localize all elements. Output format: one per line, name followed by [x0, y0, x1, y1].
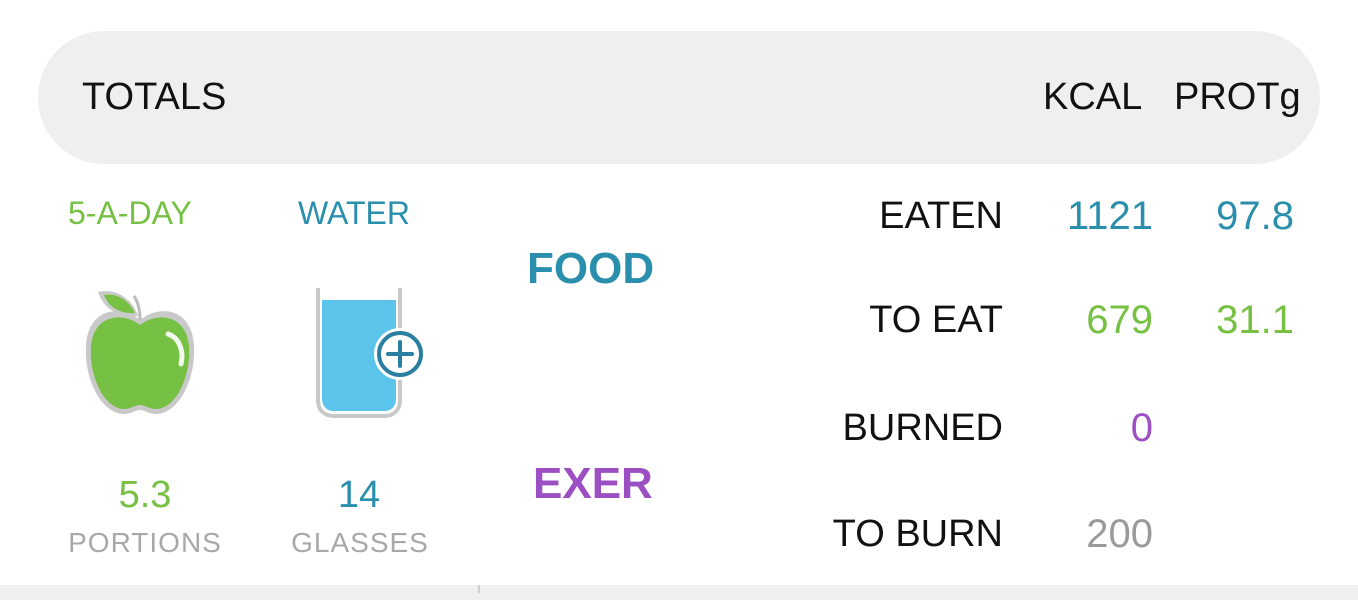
- water-glass-add-icon[interactable]: [314, 284, 430, 420]
- portions-value: 5.3: [118, 474, 172, 516]
- apple-icon[interactable]: [80, 280, 200, 420]
- food-section-label[interactable]: FOOD: [527, 243, 654, 295]
- water-label: WATER: [298, 195, 410, 231]
- eaten-row-label: EATEN: [879, 195, 1003, 237]
- totals-panel: TOTALS KCAL PROTg 5-A-DAY 5.3 PORTIONS W…: [0, 0, 1358, 600]
- bottom-divider-strip: [0, 585, 1358, 600]
- burned-row-label: BURNED: [842, 407, 1003, 449]
- burned-kcal-value: 0: [1130, 406, 1153, 450]
- to-burn-row-label: TO BURN: [832, 513, 1003, 555]
- portions-unit-label: PORTIONS: [68, 527, 222, 558]
- five-a-day-label: 5-A-DAY: [68, 195, 192, 231]
- column-header-kcal: KCAL: [1043, 76, 1143, 118]
- to-eat-protein-value: 31.1: [1216, 298, 1294, 342]
- totals-title: TOTALS: [82, 76, 227, 118]
- strip-tick-mark: [478, 585, 480, 593]
- to-eat-kcal-value: 679: [1086, 298, 1153, 342]
- exercise-section-label[interactable]: EXER: [533, 458, 653, 510]
- to-burn-kcal-value: 200: [1086, 512, 1153, 556]
- eaten-protein-value: 97.8: [1216, 194, 1294, 238]
- eaten-kcal-value: 1121: [1066, 194, 1153, 238]
- glasses-unit-label: GLASSES: [291, 527, 429, 558]
- glasses-value: 14: [337, 474, 381, 516]
- column-header-protein: PROTg: [1174, 76, 1301, 118]
- to-eat-row-label: TO EAT: [869, 299, 1003, 341]
